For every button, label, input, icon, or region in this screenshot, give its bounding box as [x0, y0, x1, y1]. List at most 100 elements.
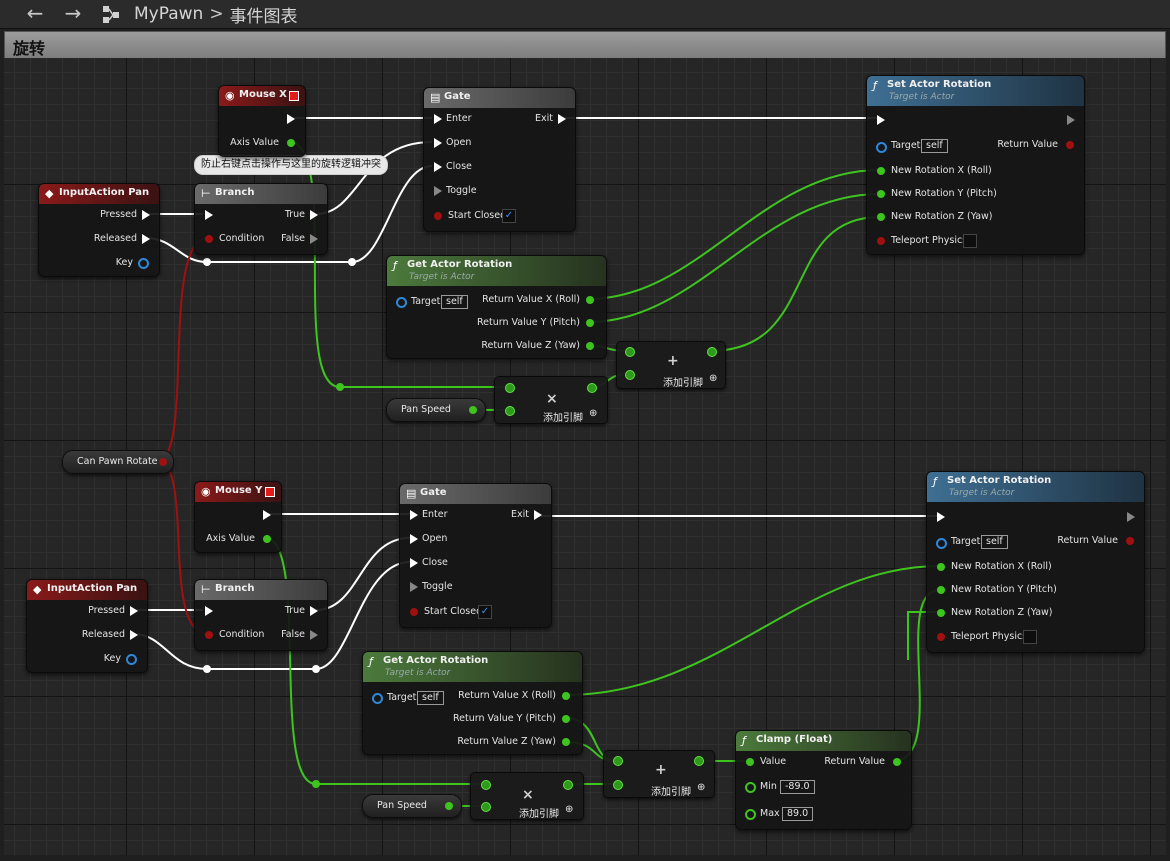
start-closed-checkbox[interactable]: ✓ [502, 209, 516, 223]
false-pin[interactable] [310, 630, 318, 640]
get-actor-rotation-node[interactable]: ƒ Get Actor Rotation Target is Actor Tar… [386, 255, 607, 359]
pan-speed-pin[interactable] [469, 406, 477, 414]
target-pin[interactable] [396, 297, 407, 308]
new-rotation-x-pin[interactable] [937, 563, 945, 571]
return-value-pin[interactable] [1066, 141, 1074, 149]
close-pin[interactable] [410, 558, 418, 568]
exit-pin[interactable] [534, 510, 542, 520]
return-x-pin[interactable] [586, 296, 594, 304]
multiply-node[interactable]: × 添加引脚 ⊕ [494, 376, 608, 424]
key-pin[interactable] [138, 258, 149, 269]
gate-node[interactable]: ▤ Gate Enter Exit Open Close Toggle Star… [423, 87, 576, 232]
enter-pin[interactable] [434, 114, 442, 124]
multiply-output-pin[interactable] [563, 780, 573, 790]
add-pin-label[interactable]: 添加引脚 [543, 409, 583, 424]
add-output-pin[interactable] [707, 347, 717, 357]
start-closed-pin[interactable] [410, 608, 418, 616]
add-pin-icon[interactable]: ⊕ [697, 782, 705, 793]
condition-pin[interactable] [205, 235, 213, 243]
target-pin[interactable] [876, 142, 887, 153]
multiply-input-b-pin[interactable] [481, 802, 491, 812]
add-pin-label[interactable]: 添加引脚 [651, 783, 691, 798]
exec-in-pin[interactable] [877, 115, 885, 125]
key-pin[interactable] [126, 654, 137, 665]
target-pin[interactable] [372, 693, 383, 704]
exec-in-pin[interactable] [205, 606, 213, 616]
start-closed-checkbox[interactable]: ✓ [478, 605, 492, 619]
pan-speed-variable[interactable]: Pan Speed [362, 794, 462, 818]
axis-value-pin[interactable] [287, 139, 295, 147]
new-rotation-y-pin[interactable] [937, 586, 945, 594]
value-pin[interactable] [746, 758, 754, 766]
return-y-pin[interactable] [586, 319, 594, 327]
branch-node[interactable]: ⊢ Branch True Condition False [194, 579, 328, 651]
exit-pin[interactable] [558, 114, 566, 124]
released-pin[interactable] [142, 234, 150, 244]
target-pin[interactable] [936, 538, 947, 549]
target-self-field[interactable]: self [981, 535, 1008, 549]
true-pin[interactable] [310, 606, 318, 616]
add-pin-label[interactable]: 添加引脚 [519, 805, 559, 820]
add-pin-icon[interactable]: ⊕ [565, 804, 573, 815]
mouse-y-node[interactable]: ◉ Mouse Y Axis Value [194, 481, 282, 553]
forward-arrow-icon[interactable]: → [58, 2, 88, 24]
new-rotation-z-pin[interactable] [937, 609, 945, 617]
multiply-input-b-pin[interactable] [505, 406, 515, 416]
pan-speed-pin[interactable] [445, 802, 453, 810]
exec-out-pin[interactable] [287, 114, 295, 124]
true-pin[interactable] [310, 210, 318, 220]
pan-speed-variable[interactable]: Pan Speed [386, 398, 486, 422]
add-pin-icon[interactable]: ⊕ [589, 408, 597, 419]
max-field[interactable]: 89.0 [782, 807, 814, 821]
target-self-field[interactable]: self [417, 691, 444, 705]
open-pin[interactable] [410, 534, 418, 544]
multiply-input-a-pin[interactable] [481, 780, 491, 790]
return-y-pin[interactable] [562, 715, 570, 723]
toggle-pin[interactable] [434, 186, 442, 196]
set-actor-rotation-node[interactable]: ƒ Set Actor Rotation Target is Actor Tar… [866, 75, 1085, 255]
pressed-pin[interactable] [130, 606, 138, 616]
add-pin-icon[interactable]: ⊕ [709, 373, 717, 384]
pressed-pin[interactable] [142, 210, 150, 220]
mouse-x-node[interactable]: ◉ Mouse X Axis Value [218, 85, 306, 157]
exec-out-pin[interactable] [263, 510, 271, 520]
close-pin[interactable] [434, 162, 442, 172]
false-pin[interactable] [310, 234, 318, 244]
add-input-a-pin[interactable] [625, 347, 635, 357]
exec-out-pin[interactable] [1127, 512, 1135, 522]
max-pin[interactable] [745, 809, 756, 820]
add-node[interactable]: + 添加引脚 ⊕ [603, 750, 715, 798]
multiply-output-pin[interactable] [587, 383, 597, 393]
close-icon[interactable] [289, 91, 299, 101]
target-self-field[interactable]: self [921, 139, 948, 153]
input-action-pan-node[interactable]: ◆ InputAction Pan Pressed Released Key [38, 183, 160, 277]
condition-pin[interactable] [205, 631, 213, 639]
add-pin-label[interactable]: 添加引脚 [663, 374, 703, 389]
back-arrow-icon[interactable]: ← [20, 2, 50, 24]
branch-node[interactable]: ⊢ Branch True Condition False [194, 183, 328, 255]
input-action-pan-node[interactable]: ◆ InputAction Pan Pressed Released Key [26, 579, 148, 673]
add-input-b-pin[interactable] [613, 780, 623, 790]
teleport-physics-pin[interactable] [937, 633, 945, 641]
add-input-b-pin[interactable] [625, 370, 635, 380]
open-pin[interactable] [434, 138, 442, 148]
enter-pin[interactable] [410, 510, 418, 520]
teleport-physics-pin[interactable] [877, 237, 885, 245]
exec-in-pin[interactable] [205, 210, 213, 220]
add-output-pin[interactable] [694, 756, 704, 766]
breadcrumb-app[interactable]: MyPawn [134, 4, 203, 24]
can-pawn-rotate-variable[interactable]: Can Pawn Rotate [62, 450, 174, 474]
released-pin[interactable] [130, 630, 138, 640]
return-value-pin[interactable] [893, 758, 901, 766]
set-actor-rotation-node[interactable]: ƒ Set Actor Rotation Target is Actor Tar… [926, 471, 1145, 653]
return-x-pin[interactable] [562, 692, 570, 700]
exec-out-pin[interactable] [1067, 115, 1075, 125]
new-rotation-z-pin[interactable] [877, 213, 885, 221]
close-icon[interactable] [265, 487, 275, 497]
can-pawn-rotate-pin[interactable] [159, 458, 167, 466]
min-field[interactable]: -89.0 [780, 780, 815, 794]
new-rotation-x-pin[interactable] [877, 167, 885, 175]
multiply-node[interactable]: × 添加引脚 ⊕ [470, 772, 584, 820]
new-rotation-y-pin[interactable] [877, 190, 885, 198]
add-input-a-pin[interactable] [613, 756, 623, 766]
